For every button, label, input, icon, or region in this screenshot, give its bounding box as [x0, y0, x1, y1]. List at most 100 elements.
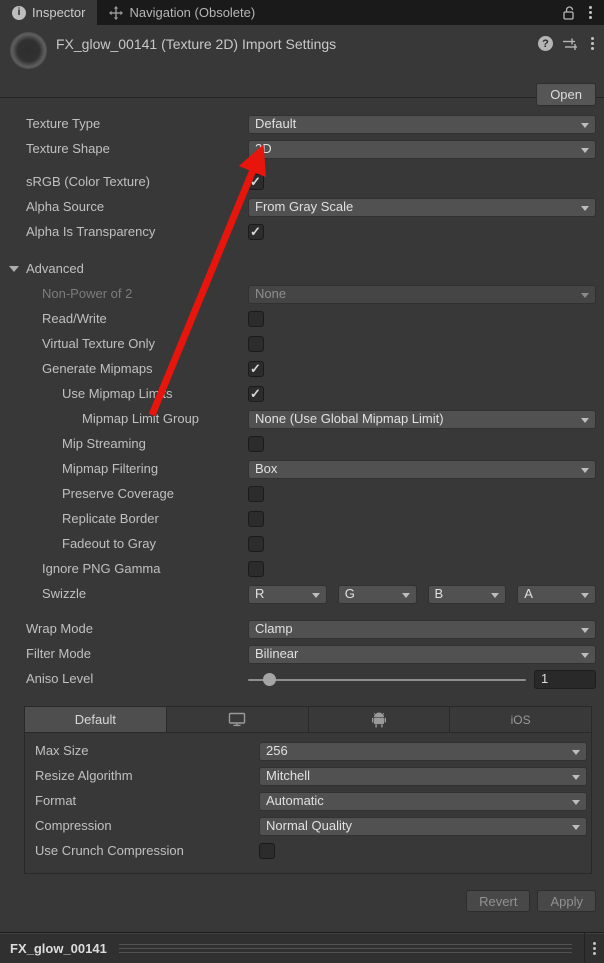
row-mip-streaming: Mip Streaming [0, 432, 604, 457]
texture-shape-dropdown[interactable]: 2D [248, 140, 596, 159]
generate-mipmaps-checkbox[interactable] [248, 361, 264, 377]
resize-algorithm-label: Resize Algorithm [35, 768, 133, 783]
row-max-size: Max Size 256 [25, 739, 591, 764]
foldout-arrow-icon[interactable] [9, 266, 19, 272]
window-menu-icon[interactable] [585, 4, 596, 21]
info-icon: i [12, 6, 26, 20]
platform-tab-standalone[interactable] [167, 706, 309, 733]
format-dropdown[interactable]: Automatic [259, 792, 587, 811]
swizzle-r-dropdown[interactable]: R [248, 585, 327, 604]
chevron-down-icon [581, 148, 589, 153]
platform-settings-content: Max Size 256 Resize Algorithm Mitchell F… [24, 733, 592, 874]
row-resize-algorithm: Resize Algorithm Mitchell [25, 764, 591, 789]
chevron-down-icon [402, 593, 410, 598]
window-tab-bar: i Inspector Navigation (Obsolete) [0, 0, 604, 25]
row-alpha-source: Alpha Source From Gray Scale [0, 195, 604, 220]
resize-algorithm-dropdown[interactable]: Mitchell [259, 767, 587, 786]
chevron-down-icon [581, 653, 589, 658]
row-use-crunch-compression: Use Crunch Compression [25, 839, 591, 864]
alpha-is-transparency-checkbox[interactable] [248, 224, 264, 240]
page-title: FX_glow_00141 (Texture 2D) Import Settin… [56, 36, 336, 52]
drag-handle[interactable] [119, 944, 572, 953]
read-write-checkbox[interactable] [248, 311, 264, 327]
row-read-write: Read/Write [0, 307, 604, 332]
chevron-down-icon [581, 206, 589, 211]
preview-footer: FX_glow_00141 [0, 932, 604, 963]
unlock-icon[interactable] [562, 6, 575, 20]
texture-shape-label: Texture Shape [26, 141, 110, 156]
generate-mipmaps-label: Generate Mipmaps [42, 361, 153, 376]
android-icon [372, 712, 386, 728]
swizzle-g-dropdown[interactable]: G [338, 585, 417, 604]
platform-tab-default[interactable]: Default [24, 706, 167, 733]
row-non-power-of-2: Non-Power of 2 None [0, 282, 604, 307]
help-icon[interactable]: ? [538, 36, 553, 51]
replicate-border-checkbox[interactable] [248, 511, 264, 527]
footer-asset-name: FX_glow_00141 [10, 941, 107, 956]
tab-navigation-label: Navigation (Obsolete) [129, 5, 255, 20]
header-menu-icon[interactable] [587, 35, 598, 52]
row-virtual-texture-only: Virtual Texture Only [0, 332, 604, 357]
use-mipmap-limits-checkbox[interactable] [248, 386, 264, 402]
chevron-down-icon [581, 468, 589, 473]
alpha-source-label: Alpha Source [26, 199, 104, 214]
advanced-foldout-label[interactable]: Advanced [26, 261, 84, 276]
presets-icon[interactable] [562, 37, 578, 51]
row-mipmap-limit-group: Mipmap Limit Group None (Use Global Mipm… [0, 407, 604, 432]
row-use-mipmap-limits: Use Mipmap Limits [0, 382, 604, 407]
max-size-label: Max Size [35, 743, 88, 758]
max-size-dropdown[interactable]: 256 [259, 742, 587, 761]
mipmap-filtering-dropdown[interactable]: Box [248, 460, 596, 479]
revert-button[interactable]: Revert [466, 890, 530, 912]
tab-navigation[interactable]: Navigation (Obsolete) [97, 0, 267, 25]
texture-thumbnail [10, 32, 47, 69]
aniso-slider-handle[interactable] [263, 673, 276, 686]
alpha-is-transparency-label: Alpha Is Transparency [26, 224, 155, 239]
platform-tab-bar: Default [24, 706, 592, 733]
chevron-down-icon [572, 750, 580, 755]
mipmap-limit-group-label: Mipmap Limit Group [82, 411, 199, 426]
fadeout-to-gray-label: Fadeout to Gray [62, 536, 156, 551]
swizzle-fields: R G B A [248, 585, 596, 604]
use-crunch-compression-checkbox[interactable] [259, 843, 275, 859]
texture-type-dropdown[interactable]: Default [248, 115, 596, 134]
row-wrap-mode: Wrap Mode Clamp [0, 617, 604, 642]
fadeout-to-gray-checkbox[interactable] [248, 536, 264, 552]
ignore-png-gamma-checkbox[interactable] [248, 561, 264, 577]
chevron-down-icon [581, 628, 589, 633]
swizzle-b-dropdown[interactable]: B [428, 585, 507, 604]
row-fadeout-to-gray: Fadeout to Gray [0, 532, 604, 557]
format-label: Format [35, 793, 76, 808]
apply-button[interactable]: Apply [537, 890, 596, 912]
alpha-source-dropdown[interactable]: From Gray Scale [248, 198, 596, 217]
footer-menu-icon[interactable] [585, 940, 604, 957]
mipmap-limit-group-dropdown[interactable]: None (Use Global Mipmap Limit) [248, 410, 596, 429]
row-texture-type: Texture Type Default [0, 112, 604, 137]
platform-tab-ios[interactable]: iOS [450, 706, 592, 733]
row-advanced-foldout: Advanced [0, 257, 604, 282]
tabbar-controls [562, 0, 604, 25]
virtual-texture-only-checkbox[interactable] [248, 336, 264, 352]
chevron-down-icon [581, 418, 589, 423]
mip-streaming-checkbox[interactable] [248, 436, 264, 452]
tab-inspector[interactable]: i Inspector [0, 0, 97, 25]
row-format: Format Automatic [25, 789, 591, 814]
swizzle-a-dropdown[interactable]: A [517, 585, 596, 604]
texture-type-label: Texture Type [26, 116, 100, 131]
preserve-coverage-label: Preserve Coverage [62, 486, 174, 501]
row-compression: Compression Normal Quality [25, 814, 591, 839]
platform-tab-android[interactable] [309, 706, 451, 733]
aniso-slider-track[interactable] [248, 679, 526, 681]
chevron-down-icon [572, 825, 580, 830]
aniso-level-label: Aniso Level [26, 671, 93, 686]
row-filter-mode: Filter Mode Bilinear [0, 642, 604, 667]
aniso-value-field[interactable]: 1 [534, 670, 596, 689]
row-swizzle: Swizzle R G B A [0, 582, 604, 607]
wrap-mode-dropdown[interactable]: Clamp [248, 620, 596, 639]
compression-dropdown[interactable]: Normal Quality [259, 817, 587, 836]
chevron-down-icon [491, 593, 499, 598]
filter-mode-dropdown[interactable]: Bilinear [248, 645, 596, 664]
srgb-checkbox[interactable] [248, 174, 264, 190]
platform-settings-box: Default [24, 706, 592, 874]
preserve-coverage-checkbox[interactable] [248, 486, 264, 502]
